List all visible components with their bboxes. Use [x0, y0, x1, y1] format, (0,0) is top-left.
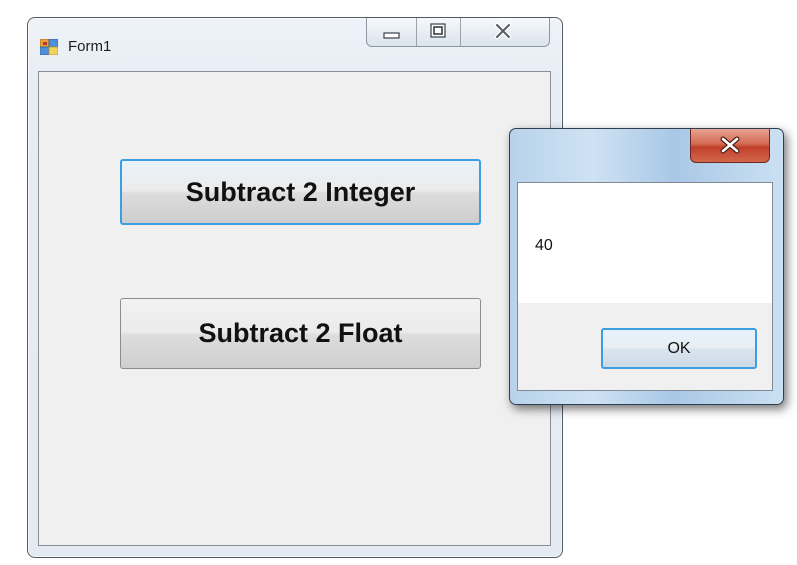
- subtract-float-button[interactable]: Subtract 2 Float: [120, 298, 481, 369]
- messagebox-body: 40 OK: [517, 182, 773, 391]
- close-icon: [494, 22, 512, 40]
- app-icon: [40, 39, 58, 55]
- messagebox-text-area: 40: [518, 183, 772, 303]
- minimize-icon: [383, 32, 400, 39]
- messagebox-close-button[interactable]: [690, 129, 770, 163]
- subtract-int-button[interactable]: Subtract 2 Integer: [120, 159, 481, 225]
- minimize-button[interactable]: [367, 18, 417, 46]
- window-title: Form1: [68, 38, 112, 55]
- close-button[interactable]: [461, 18, 549, 46]
- form-client-area: Subtract 2 Integer Subtract 2 Float: [38, 71, 551, 546]
- title-bar[interactable]: Form1: [28, 18, 562, 70]
- ok-button[interactable]: OK: [601, 328, 757, 369]
- maximize-button[interactable]: [417, 18, 461, 46]
- form1-window: Form1 Subtract 2 Integer Subtract 2 Floa…: [27, 17, 563, 558]
- close-icon: [720, 136, 740, 154]
- message-text: 40: [535, 237, 553, 254]
- caption-buttons: [366, 18, 550, 47]
- message-box: 40 OK: [509, 128, 784, 405]
- maximize-icon: [430, 23, 446, 38]
